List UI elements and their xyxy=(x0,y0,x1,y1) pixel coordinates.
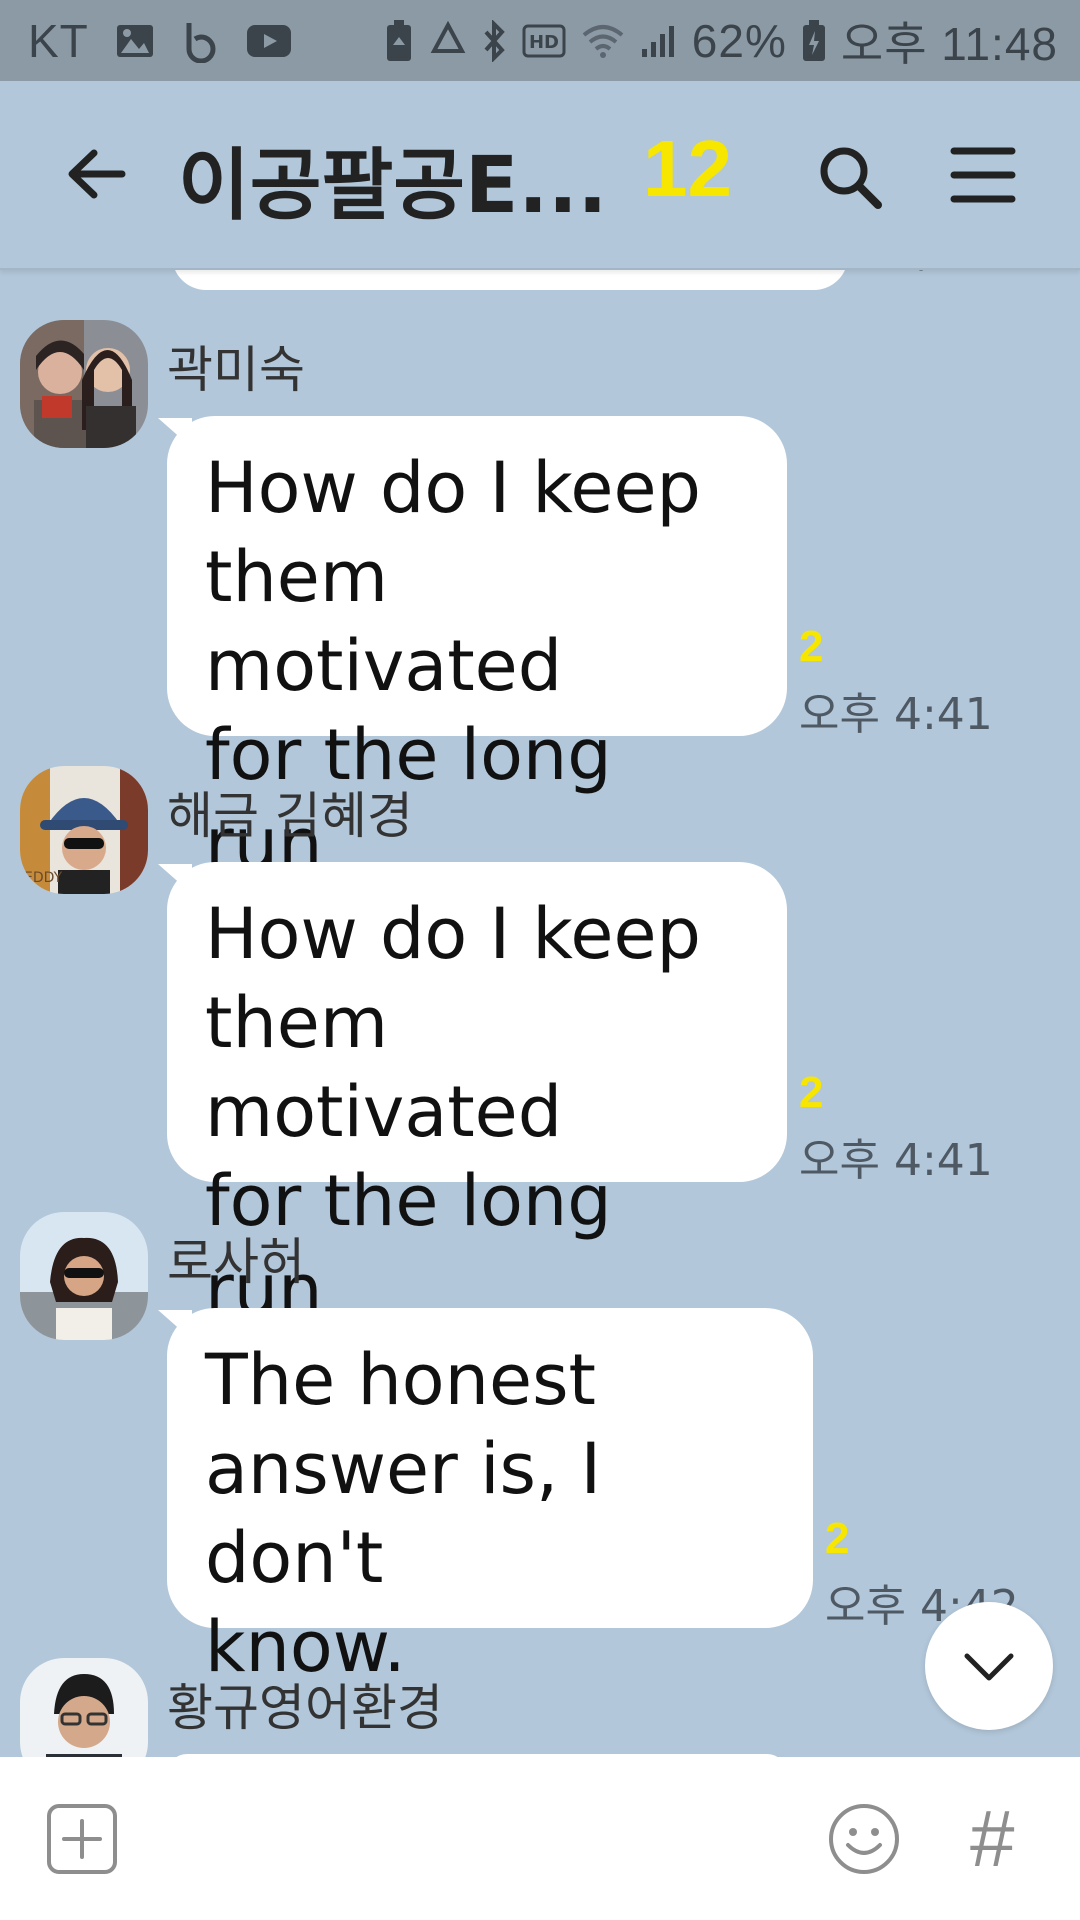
hd-icon: HD xyxy=(522,24,566,58)
menu-icon xyxy=(950,147,1016,203)
message-bubble[interactable]: The honest answer is, I don't know. xyxy=(167,1308,813,1688)
status-bar: KT HD 62% 오후 11:48 xyxy=(0,0,1080,81)
message-line: them motivated xyxy=(205,982,563,1153)
clock: 오후 11:48 xyxy=(840,17,1058,70)
svg-text:EDDY: EDDY xyxy=(24,870,63,886)
signal-icon xyxy=(640,23,678,59)
message-time: 오후 4:41 xyxy=(799,689,993,740)
unread-count: 2 xyxy=(799,622,824,671)
scroll-to-bottom-button[interactable] xyxy=(925,1602,1053,1730)
avatar[interactable] xyxy=(20,320,148,448)
message-line: them motivated xyxy=(205,536,563,707)
plus-icon xyxy=(47,1804,117,1874)
message-bubble[interactable]: How do I keep them motivated for the lon… xyxy=(167,416,787,885)
chat-room-title[interactable]: 이공팔공E... xyxy=(178,123,607,235)
battery-saver-icon xyxy=(384,19,414,63)
sender-name: 곽미숙 xyxy=(167,341,305,399)
sender-name: 해금 김혜경 xyxy=(167,787,413,845)
wifi-icon xyxy=(580,23,626,59)
message-input-bar: # xyxy=(0,1757,1080,1920)
message-line: How do I keep xyxy=(205,447,701,529)
back-button[interactable] xyxy=(62,139,132,209)
message-line: answer is, I don't xyxy=(205,1428,602,1599)
chat-header: 이공팔공E... 12 xyxy=(0,81,1080,270)
emoji-icon xyxy=(829,1804,899,1874)
youtube-icon xyxy=(246,24,291,57)
avatar[interactable] xyxy=(20,1212,148,1340)
chevron-down-icon xyxy=(964,1653,1014,1681)
unread-count: 2 xyxy=(799,1068,824,1117)
b-app-icon xyxy=(181,19,221,63)
carrier-label: KT xyxy=(28,14,89,67)
svg-text:HD: HD xyxy=(529,32,559,53)
unread-count: 2 xyxy=(825,1514,850,1563)
bluetooth-icon xyxy=(482,19,508,62)
image-icon xyxy=(115,23,155,59)
message-time: 오후 4:41 xyxy=(799,1135,993,1186)
menu-button[interactable] xyxy=(950,145,1016,205)
message-bubble[interactable]: How do I keep them motivated for the lon… xyxy=(167,862,787,1331)
recycle-icon xyxy=(428,20,468,61)
message-line: How do I keep xyxy=(205,893,701,975)
message-line: The honest xyxy=(205,1339,596,1421)
attach-button[interactable] xyxy=(46,1803,118,1875)
emoji-button[interactable] xyxy=(826,1801,902,1877)
sender-name: 황규영어환경 xyxy=(167,1679,443,1737)
battery-percent: 62% xyxy=(691,14,787,67)
avatar[interactable]: EDDY xyxy=(20,766,148,894)
member-count: 12 xyxy=(643,124,732,213)
battery-icon xyxy=(801,19,827,63)
sender-name: 로사허 xyxy=(167,1233,305,1291)
search-button[interactable] xyxy=(812,139,892,219)
back-arrow-icon xyxy=(68,149,126,199)
search-icon xyxy=(820,147,882,209)
hash-icon[interactable]: # xyxy=(970,1793,1015,1885)
